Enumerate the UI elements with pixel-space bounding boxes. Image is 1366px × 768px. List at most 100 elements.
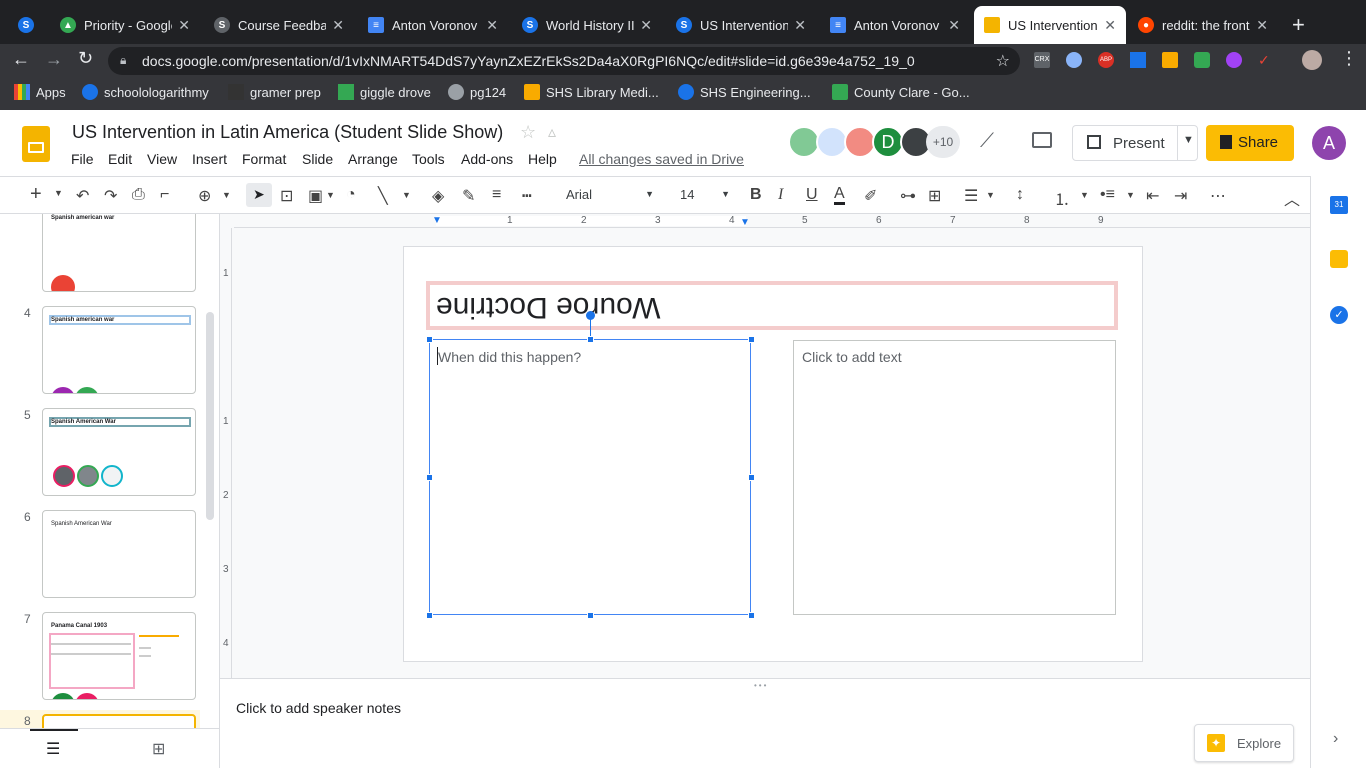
close-icon[interactable]: ✕ [1256,17,1268,34]
select-tool-button[interactable]: ➤ [246,183,272,207]
resize-handle[interactable] [587,336,594,343]
tab-4[interactable]: S World History II ✕ [512,6,662,44]
zoom-icon[interactable]: ⊕ [198,186,211,206]
star-bookmark-icon[interactable]: ☆ [996,51,1010,71]
bookmark-item[interactable]: gramer prep [228,84,321,100]
menu-slide[interactable]: Slide [302,151,333,167]
border-weight-icon[interactable]: ≡ [492,186,501,204]
image-dropdown-icon[interactable]: ▼ [326,190,335,200]
tab-pinned[interactable]: S [8,6,48,44]
speaker-notes-placeholder[interactable]: Click to add speaker notes [236,700,401,716]
document-title[interactable]: US Intervention in Latin America (Studen… [72,122,503,143]
tab-5[interactable]: S US Intervention ✕ [666,6,816,44]
reload-icon[interactable]: ↻ [78,48,93,69]
bookmark-item[interactable]: schoolologarithmy [82,84,209,100]
tab-8[interactable]: ● reddit: the front ✕ [1128,6,1278,44]
tab-3[interactable]: ≡ Anton Voronov ✕ [358,6,508,44]
slides-logo-icon[interactable] [22,126,50,162]
resize-handle[interactable] [748,336,755,343]
new-slide-icon[interactable]: + [30,183,42,206]
tab-6[interactable]: ≡ Anton Voronov ✕ [820,6,970,44]
resize-handle[interactable] [748,474,755,481]
expand-side-panel-icon[interactable]: › [1333,730,1338,748]
move-to-folder-icon[interactable]: ▵ [548,122,556,142]
bookmark-item[interactable]: pg124 [448,84,506,100]
bookmark-item[interactable]: SHS Library Medi... [524,84,659,100]
font-family-select[interactable]: Arial ▼ [560,183,656,207]
increase-indent-icon[interactable]: ⇥ [1174,186,1187,206]
menu-file[interactable]: File [71,151,94,167]
extension-color-icon[interactable] [1226,52,1242,68]
explore-button[interactable]: ✦ Explore [1194,724,1294,762]
image-icon[interactable]: ▣ [308,186,323,206]
resize-handle[interactable] [748,612,755,619]
line-dropdown-icon[interactable]: ▼ [402,190,411,200]
tab-2[interactable]: S Course Feedback ✕ [204,6,354,44]
fill-color-icon[interactable]: ◈ [432,186,444,206]
tab-1[interactable]: ▲ Priority - Google ✕ [50,6,200,44]
slide-title[interactable]: Wouroe Doctrine [436,290,661,324]
menu-insert[interactable]: Insert [192,151,227,167]
extension-leaf-icon[interactable] [1194,52,1210,68]
filmstrip-scrollbar[interactable] [206,312,214,520]
new-tab-icon[interactable]: + [1292,12,1305,38]
slide-thumbnail[interactable]: Spanish american war [42,306,196,394]
present-dropdown-icon[interactable]: ▼ [1183,134,1194,146]
account-avatar[interactable]: A [1312,126,1346,160]
extension-brush-icon[interactable]: ✓ [1258,52,1274,68]
bookmark-item[interactable]: County Clare - Go... [832,84,970,100]
add-comment-icon[interactable]: ⊞ [928,186,941,206]
star-icon[interactable]: ☆ [520,122,536,143]
close-icon[interactable]: ✕ [948,17,960,34]
slide-thumbnail[interactable]: Spanish american war [42,214,196,292]
left-indent-marker[interactable]: ▼ [432,215,442,226]
bookmark-item[interactable]: giggle drove [338,84,431,100]
new-slide-dropdown-icon[interactable]: ▼ [54,188,63,198]
paint-format-icon[interactable]: ⌐ [160,186,169,204]
undo-icon[interactable]: ↶ [76,186,89,206]
keep-icon[interactable] [1330,250,1348,268]
adblock-icon[interactable]: ABP [1098,52,1114,68]
close-icon[interactable]: ✕ [178,17,190,34]
bold-icon[interactable]: B [750,186,762,204]
comment-icon[interactable] [1032,132,1052,148]
extension-check-icon[interactable] [1130,52,1146,68]
right-body-text-box[interactable]: Click to add text [793,340,1116,615]
menu-arrange[interactable]: Arrange [348,151,398,167]
numbered-list-dropdown-icon[interactable]: ▼ [1080,190,1089,200]
bookmark-item[interactable]: SHS Engineering... [678,84,811,100]
present-button[interactable]: Present ▼ [1072,125,1198,161]
menu-addons[interactable]: Add-ons [461,151,513,167]
decrease-indent-icon[interactable]: ⇤ [1146,186,1159,206]
menu-format[interactable]: Format [242,151,286,167]
line-spacing-icon[interactable]: ↕ [1016,186,1024,204]
menu-edit[interactable]: Edit [108,151,132,167]
numbered-list-icon[interactable]: ⒈ [1054,186,1070,210]
crx-extension-icon[interactable]: CRX [1034,52,1050,68]
save-status[interactable]: All changes saved in Drive [579,151,744,167]
menu-tools[interactable]: Tools [412,151,445,167]
slide-thumbnail[interactable]: Spanish American War [42,408,196,496]
notes-resize-handle[interactable]: ••• [754,681,768,690]
slide-thumbnail[interactable]: Panama Canal 1903 [42,612,196,700]
bulleted-list-dropdown-icon[interactable]: ▼ [1126,190,1135,200]
share-button[interactable]: Share [1206,125,1294,161]
text-color-icon[interactable]: A [834,186,845,205]
filmstrip-view-icon[interactable]: ☰ [46,739,60,759]
close-icon[interactable]: ✕ [332,17,344,34]
redo-icon[interactable]: ↷ [104,186,117,206]
grid-view-icon[interactable]: ⊞ [152,739,165,759]
line-icon[interactable]: ╲ [378,186,388,206]
tasks-icon[interactable]: ✓ [1330,306,1348,324]
close-icon[interactable]: ✕ [1104,17,1116,34]
address-bar[interactable]: 🔒︎ docs.google.com/presentation/d/1vIxNM… [108,47,1020,75]
link-icon[interactable]: ⊶ [900,186,916,206]
extension-owl-icon[interactable] [1066,52,1082,68]
bulleted-list-icon[interactable]: •≡ [1100,186,1115,204]
highlight-color-icon[interactable]: ✐ [864,186,877,206]
collapse-toolbar-icon[interactable]: ︿ [1284,186,1300,210]
close-icon[interactable]: ✕ [486,17,498,34]
left-body-text-box[interactable]: When did this happen? [429,339,751,615]
resize-handle[interactable] [426,336,433,343]
align-dropdown-icon[interactable]: ▼ [986,190,995,200]
